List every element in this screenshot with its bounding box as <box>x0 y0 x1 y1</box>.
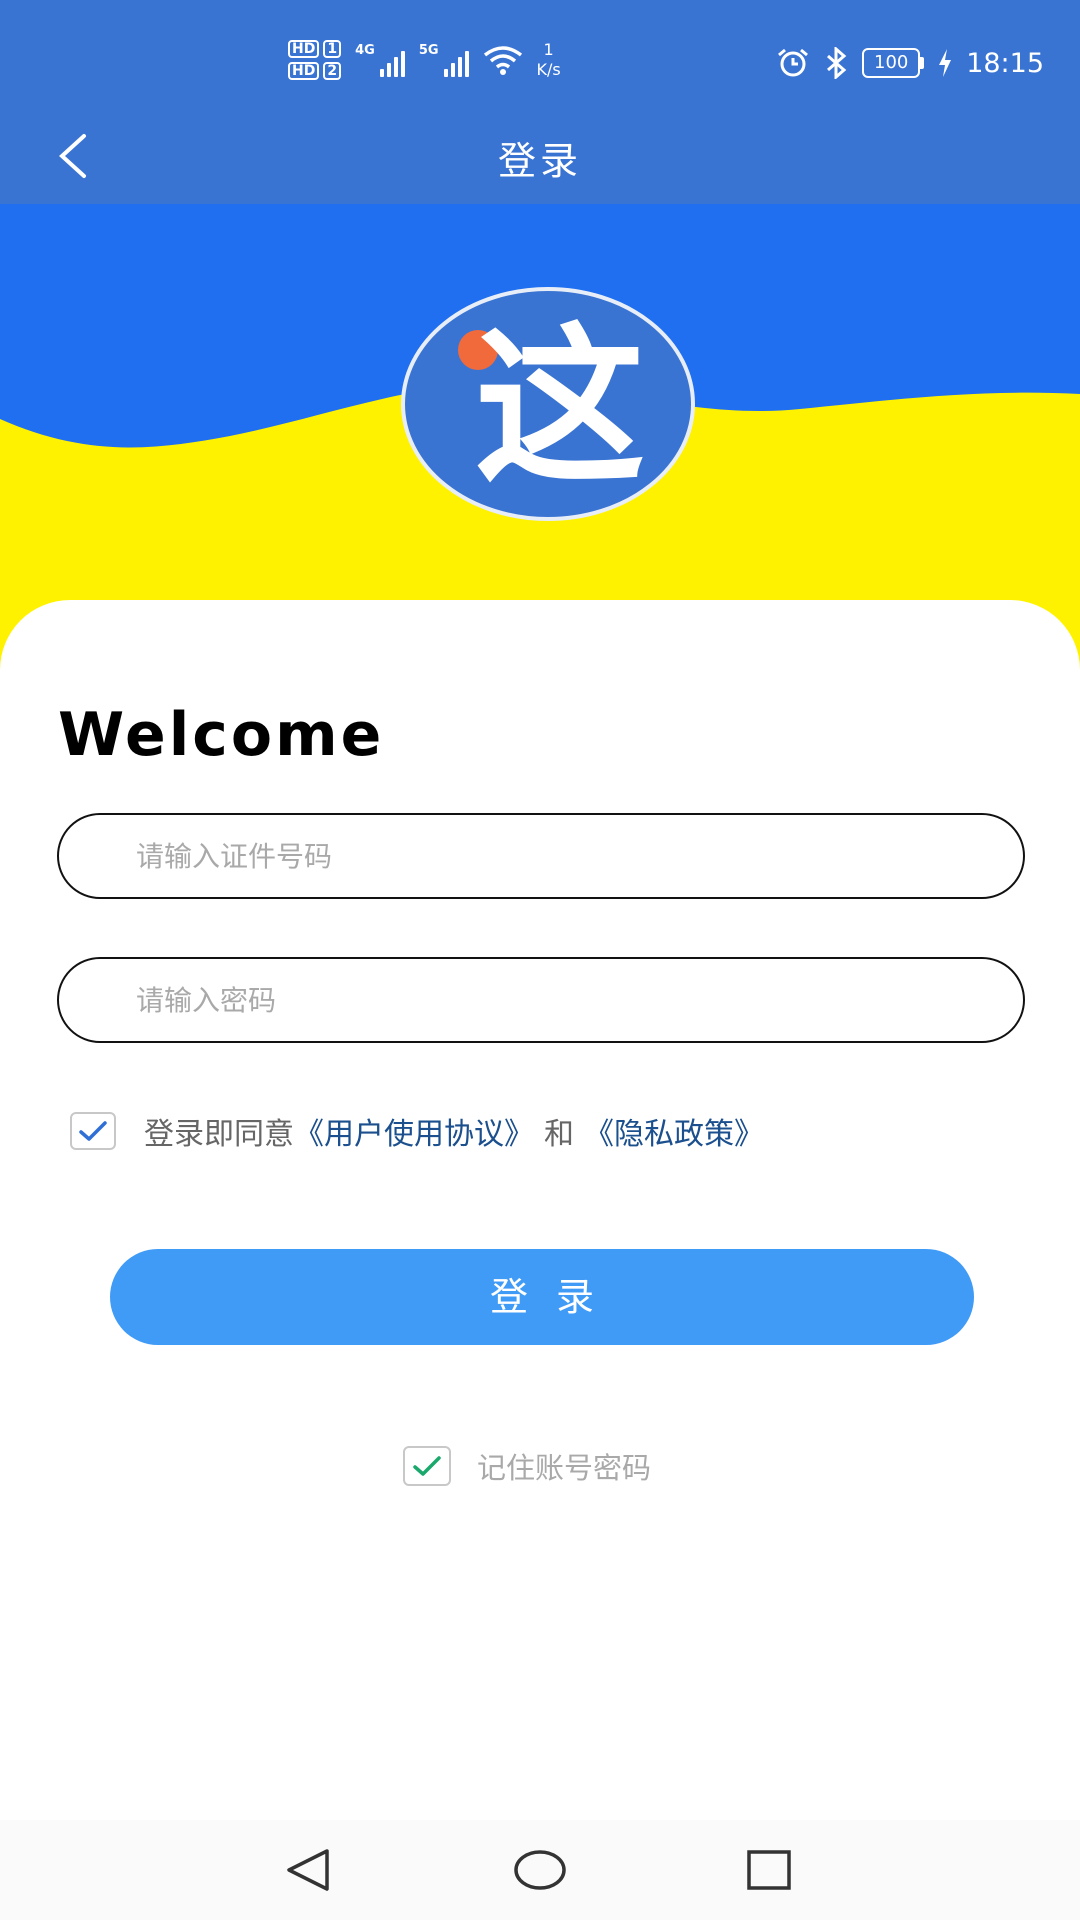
agreement-checkbox[interactable] <box>70 1112 116 1150</box>
speed-value: 1 <box>543 40 554 59</box>
signal-5g-icon: 5G <box>419 43 469 77</box>
nav-home-button[interactable] <box>505 1838 575 1902</box>
id-number-field[interactable] <box>57 813 1025 899</box>
nav-back-button[interactable] <box>273 1838 343 1902</box>
charging-icon <box>939 49 952 77</box>
page-title: 登录 <box>497 139 582 183</box>
status-right-icons: 100 18:15 <box>776 38 1044 88</box>
check-icon <box>413 1456 441 1476</box>
login-button[interactable]: 登录 <box>110 1249 974 1345</box>
welcome-heading: Welcome <box>58 700 385 770</box>
status-bar: HD 1 HD 2 4G 5G 1 K/s 100 18:15 <box>0 0 1080 110</box>
circle-home-icon <box>514 1850 566 1890</box>
wifi-icon <box>483 46 522 75</box>
sim-indicators: HD 1 HD 2 <box>288 40 342 80</box>
triangle-back-icon <box>287 1849 329 1891</box>
speed-unit: K/s <box>536 60 561 79</box>
remember-label: 记住账号密码 <box>477 1451 652 1485</box>
remember-row: 记住账号密码 <box>403 1444 651 1488</box>
hd-badge: HD <box>288 40 320 58</box>
app-logo: 这 <box>401 287 695 521</box>
system-nav-bar <box>0 1820 1080 1920</box>
sim-index: 1 <box>323 40 342 58</box>
remember-checkbox[interactable] <box>403 1446 451 1486</box>
privacy-policy-link[interactable]: 《隐私政策》 <box>584 1109 764 1153</box>
square-recents-icon <box>747 1850 791 1890</box>
battery-icon: 100 <box>862 48 925 78</box>
bluetooth-icon <box>827 47 847 79</box>
sim2-indicator: HD 2 <box>288 62 342 80</box>
app-header: 登录 <box>0 110 1080 204</box>
check-icon <box>79 1121 107 1141</box>
password-field[interactable] <box>57 957 1025 1043</box>
sim-index: 2 <box>323 62 342 80</box>
login-card <box>0 600 1080 1820</box>
hd-badge: HD <box>288 62 320 80</box>
signal-4g-icon: 4G <box>355 43 405 77</box>
network-type-label: 5G <box>418 43 439 58</box>
clock: 18:15 <box>966 47 1044 79</box>
network-type-label: 4G <box>355 43 375 58</box>
status-left-icons: HD 1 HD 2 4G 5G 1 K/s <box>288 32 561 88</box>
battery-level: 100 <box>862 48 921 78</box>
user-agreement-link[interactable]: 《用户使用协议》 <box>294 1109 534 1153</box>
password-input[interactable] <box>134 982 958 1018</box>
sim1-indicator: HD 1 <box>288 40 342 58</box>
network-speed: 1 K/s <box>537 40 561 80</box>
agreement-and: 和 <box>544 1117 574 1152</box>
logo-glyph: 这 <box>475 309 645 507</box>
alarm-icon <box>778 48 809 77</box>
agreement-prefix: 登录即同意 <box>144 1117 294 1152</box>
agreement-row: 登录即同意 《用户使用协议》 和 《隐私政策》 <box>70 1106 764 1156</box>
id-number-input[interactable] <box>134 838 958 874</box>
nav-recents-button[interactable] <box>734 1838 804 1902</box>
